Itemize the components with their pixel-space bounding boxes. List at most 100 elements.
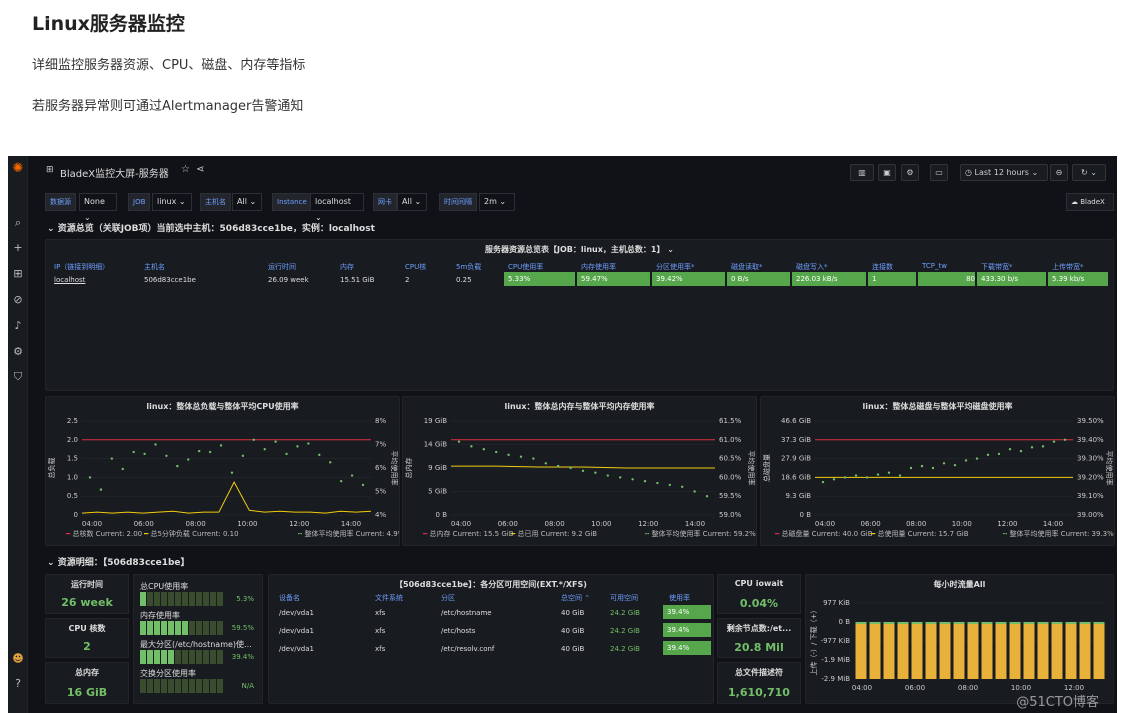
- overview-header-9[interactable]: 磁盘读取*: [731, 262, 763, 271]
- time-picker[interactable]: ◷ Last 12 hours ⌄: [960, 164, 1048, 181]
- plus-icon[interactable]: +: [11, 241, 25, 255]
- total-memory-value: 16 GiB: [66, 686, 108, 699]
- grafana-logo-icon[interactable]: ✺: [11, 162, 25, 176]
- overview-header-13[interactable]: 下载带宽*: [981, 262, 1013, 271]
- partition-header-2[interactable]: 分区: [441, 593, 455, 602]
- shield-icon[interactable]: ⛉: [11, 370, 25, 384]
- refresh-button[interactable]: ↻ ⌄: [1072, 164, 1106, 181]
- avatar[interactable]: ☻: [11, 652, 25, 666]
- series-usage-point: [318, 453, 321, 457]
- partition-cell: 39.4%: [663, 605, 711, 619]
- var-select-job[interactable]: linux ⌄: [152, 193, 192, 211]
- upload-bar: [953, 624, 965, 679]
- series-usage-point: [482, 448, 485, 451]
- partition-header-0[interactable]: 设备名: [279, 593, 300, 602]
- mem-chart-svg: 19 GiB 14 GiB 9 GiB 5 GiB 0 B 61.5% 61.0% 60.5%…: [404, 417, 756, 528]
- partition-header-4[interactable]: 可用空间: [610, 593, 638, 602]
- series-usage-point: [821, 480, 825, 484]
- settings-gear-icon[interactable]: ⚙: [11, 345, 25, 359]
- partition-header-3[interactable]: 总空间 ⌃: [561, 593, 590, 602]
- upload-bar: [1051, 624, 1063, 679]
- overview-header-3[interactable]: 内存: [340, 262, 354, 271]
- traffic-chart-panel: 每小时流量All 977 KiB 0 B -977 KiB -1.9 MiB -2.9 …: [805, 574, 1114, 704]
- mem-legend-usage: ┅ 整体平均使用率 Current: 59.2%: [645, 530, 756, 538]
- gauge-value-0: 5.3%: [236, 595, 254, 603]
- bladex-link-button[interactable]: ☁ BladeX: [1066, 193, 1114, 211]
- grafana-screenshot: ✺ ⌕ + ⊞ ⊘ ♪ ⚙ ⛉ ☻ ? ⊞ BladeX监控大屏-服务器 ☆ ⋖…: [8, 156, 1117, 713]
- var-select-instance[interactable]: localhost ⌄: [310, 193, 364, 222]
- series-usage-point: [274, 440, 277, 443]
- series-usage-point: [519, 455, 523, 458]
- overview-header-6[interactable]: CPU使用率: [508, 262, 543, 271]
- overview-cell-8: 39.42%: [652, 272, 725, 286]
- series-usage-point: [920, 464, 924, 468]
- x-tick: 10:00: [952, 520, 972, 528]
- var-select-nic[interactable]: All ⌄: [397, 193, 427, 211]
- cpu-cores-title: CPU 核数: [68, 624, 106, 633]
- save-icon[interactable]: ▣: [878, 164, 896, 181]
- partition-cell: 40 GiB: [561, 645, 585, 653]
- add-panel-button[interactable]: ▥: [850, 164, 874, 181]
- search-icon[interactable]: ⌕: [11, 216, 25, 230]
- overview-header-4[interactable]: CPU核: [405, 262, 426, 271]
- tv-mode-icon[interactable]: ▭: [930, 164, 948, 181]
- overview-header-14[interactable]: 上传带宽*: [1052, 262, 1084, 271]
- explore-icon[interactable]: ⊘: [11, 293, 25, 307]
- x-tick: 14:00: [341, 520, 361, 528]
- row-overview-title[interactable]: ⌄ 资源总览（关联JOB项）当前选中主机：506d83cce1be，实例：loc…: [47, 221, 375, 234]
- y-left-tick: 0.5: [67, 492, 78, 500]
- series-usage-point: [887, 471, 891, 474]
- upload-bar: [995, 624, 1007, 679]
- var-select-hostname[interactable]: All ⌄: [232, 193, 262, 211]
- y-left-tick: 37.3 GiB: [781, 436, 811, 444]
- series-usage-point: [854, 474, 858, 477]
- y-left-tick: 18.6 GiB: [781, 473, 811, 481]
- series-usage-point: [339, 479, 343, 483]
- var-select-interval[interactable]: 2m ⌄: [479, 193, 515, 211]
- y-left-tick: 2.0: [67, 436, 78, 444]
- zoom-out-icon[interactable]: ⊖: [1050, 164, 1068, 181]
- overview-header-2[interactable]: 运行时间: [268, 262, 296, 271]
- upload-bar: [939, 624, 951, 679]
- overview-header-1[interactable]: 主机名: [144, 262, 165, 271]
- overview-header-8[interactable]: 分区使用率*: [656, 262, 695, 271]
- upload-bar: [925, 624, 937, 679]
- series-usage-point: [606, 474, 609, 477]
- row-detail-title[interactable]: ⌄ 资源明细：【506d83cce1be】: [47, 555, 190, 568]
- y-left-tick: 0 B: [436, 511, 448, 519]
- x-tick: 06:00: [861, 520, 881, 528]
- overview-cell-3: 15.51 GiB: [340, 276, 375, 284]
- overview-table-panel: 服务器资源总览表【JOB：linux，主机总数：1】 ⌄ IP（链接到明细） 主机…: [45, 239, 1114, 391]
- overview-cell-0[interactable]: localhost: [54, 276, 85, 284]
- var-select-datasource[interactable]: None ⌄: [79, 193, 117, 222]
- overview-header-11[interactable]: 连接数: [872, 262, 893, 271]
- disk-chart-panel: linux：整体总磁盘与整体平均磁盘使用率 46.6 GiB 37.3 GiB 27…: [760, 396, 1115, 546]
- partition-header-5[interactable]: 使用率: [669, 593, 690, 602]
- series-yellow-line: [81, 481, 372, 514]
- share-icon[interactable]: ⋖: [196, 164, 204, 175]
- overview-cell-9: 0 B/s: [727, 272, 790, 286]
- series-usage-point: [1041, 445, 1045, 448]
- dashboard-title[interactable]: BladeX监控大屏-服务器: [60, 165, 169, 180]
- partition-header-1[interactable]: 文件系统: [375, 593, 403, 602]
- y-left-tick: 19 GiB: [424, 417, 448, 425]
- y-right-tick: 6%: [375, 464, 386, 472]
- fd-stat: 总文件描述符 1,610,710: [717, 662, 801, 704]
- partition-cell: /dev/vda1: [279, 609, 314, 617]
- overview-header-0[interactable]: IP（链接到明细）: [54, 262, 109, 271]
- overview-header-10[interactable]: 磁盘写入*: [796, 262, 828, 271]
- y-tick: -2.9 MiB: [821, 675, 850, 683]
- settings-icon[interactable]: ⚙: [901, 164, 919, 181]
- overview-header-12[interactable]: TCP_tw: [922, 262, 947, 271]
- overview-header-7[interactable]: 内存使用率: [581, 262, 616, 271]
- partition-cell: /etc/hosts: [441, 627, 476, 635]
- series-usage-point: [569, 466, 572, 470]
- help-icon[interactable]: ?: [11, 677, 25, 691]
- dashboards-icon[interactable]: ⊞: [11, 267, 25, 281]
- alerting-bell-icon[interactable]: ♪: [11, 319, 25, 333]
- y-tick: 977 KiB: [823, 599, 850, 607]
- overview-header-5[interactable]: 5m负载: [456, 262, 481, 271]
- overview-cell-7: 59.47%: [577, 272, 650, 286]
- partition-cell: 24.2 GiB: [610, 609, 640, 617]
- star-icon[interactable]: ☆: [181, 164, 190, 175]
